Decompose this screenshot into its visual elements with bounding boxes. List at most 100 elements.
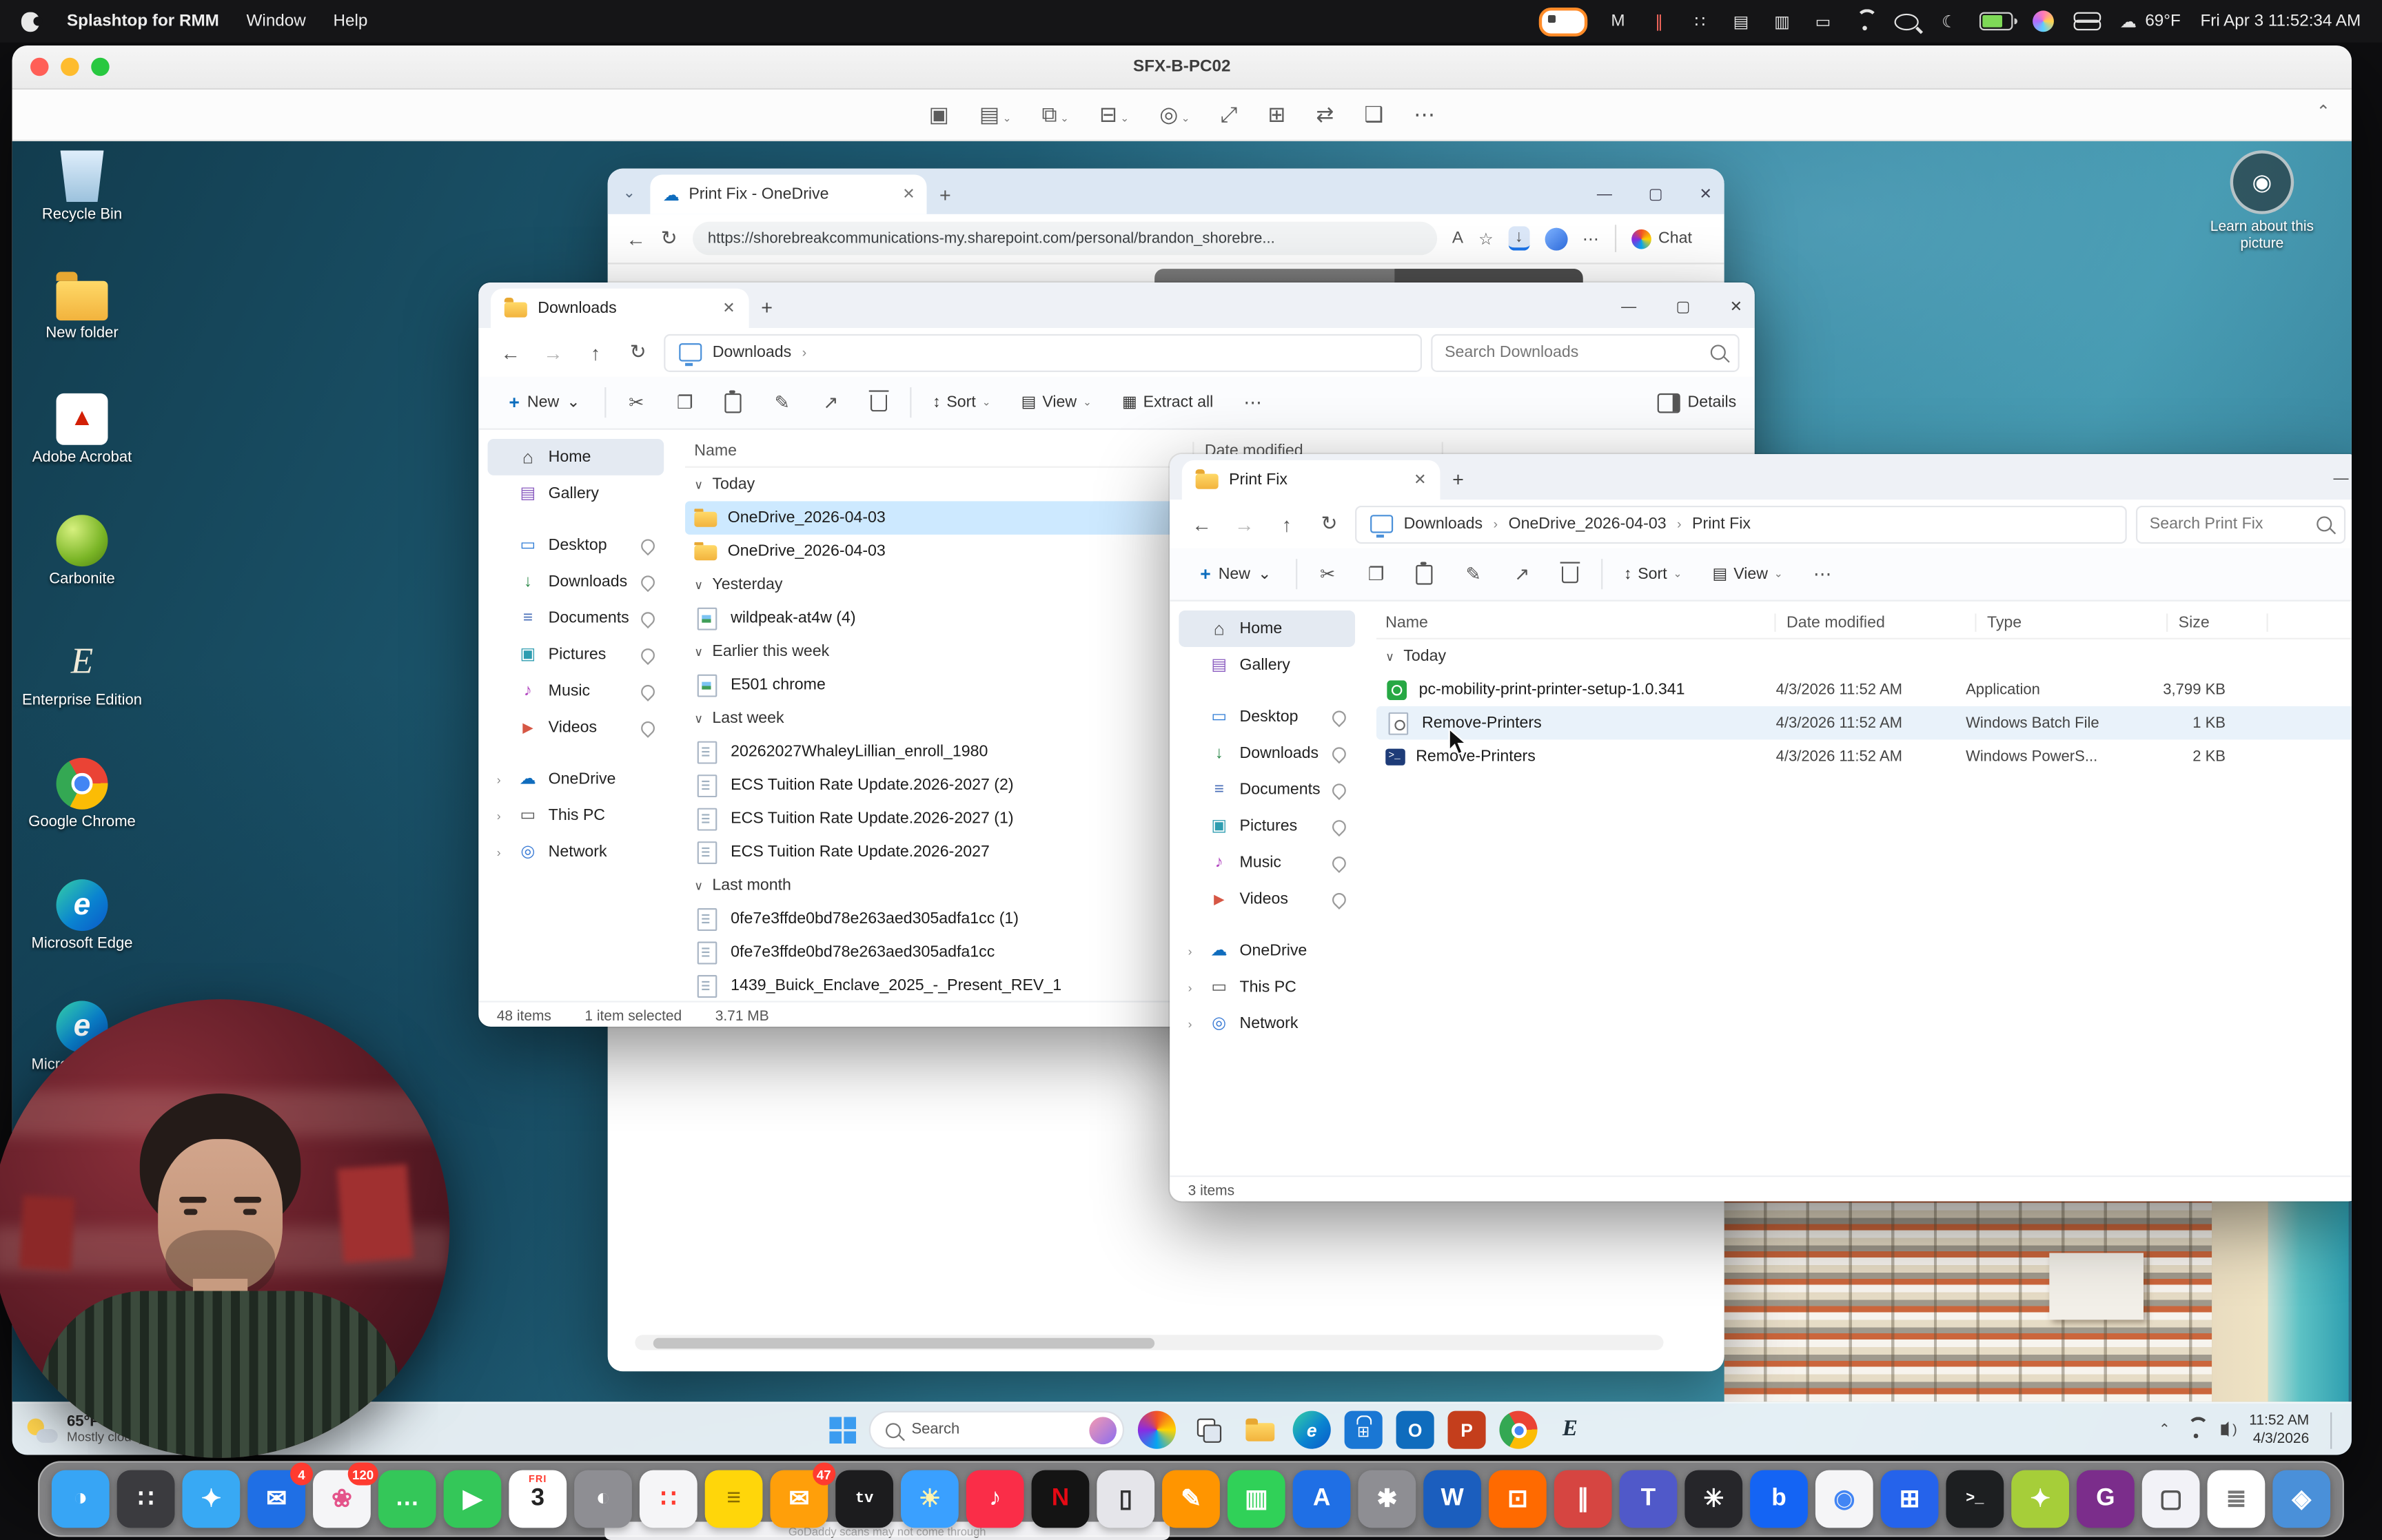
dock-weather-icon[interactable]: ☀ xyxy=(901,1470,959,1528)
taskbar-edge-icon[interactable]: e xyxy=(1293,1411,1331,1449)
stats-icon[interactable]: ▥ xyxy=(1771,9,1793,33)
view-button[interactable]: ▤View⌄ xyxy=(1703,559,1792,589)
up-button[interactable]: ↑ xyxy=(579,341,612,364)
close-button[interactable]: ✕ xyxy=(1700,187,1712,203)
sidebar-item-home[interactable]: Home xyxy=(1179,610,1355,647)
search-input[interactable]: Search Downloads xyxy=(1431,333,1739,371)
sort-button[interactable]: ↕Sort⌄ xyxy=(1615,559,1691,589)
maximize-button[interactable]: ▢ xyxy=(1676,299,1690,316)
refresh-button[interactable]: ↻ xyxy=(621,340,654,365)
file-row[interactable]: Remove-Printers 4/3/2026 11:52 AM Window… xyxy=(1376,706,2352,739)
dock-photos-icon[interactable]: ❀ 120 xyxy=(313,1470,371,1528)
new-tab-button[interactable]: + xyxy=(939,184,951,207)
siri-icon[interactable] xyxy=(2033,10,2054,32)
menu-window[interactable]: Window xyxy=(247,12,306,30)
back-button[interactable]: ← xyxy=(1185,513,1218,535)
zoom-traffic-light[interactable] xyxy=(91,58,109,76)
taskbar-task-view-icon[interactable] xyxy=(1190,1411,1228,1449)
share-icon[interactable]: ↗ xyxy=(813,384,849,421)
sidebar-item-network[interactable]: › Network xyxy=(1179,1005,1355,1042)
fullscreen-icon[interactable]: ⤢ xyxy=(1221,102,1238,127)
menubar-clock[interactable]: Fri Apr 3 11:52:34 AM xyxy=(2200,12,2361,30)
m-logo-icon[interactable]: M xyxy=(1607,9,1629,33)
dock-safari-icon[interactable]: ✦ xyxy=(182,1470,240,1528)
sidebar-item-network[interactable]: › Network xyxy=(488,834,664,870)
dock-app-store-icon[interactable]: A xyxy=(1293,1470,1351,1528)
dock-mail-icon[interactable]: ✉ 4 xyxy=(247,1470,305,1528)
control-center-icon[interactable] xyxy=(2074,12,2098,30)
sidebar-item-gallery[interactable]: Gallery xyxy=(1179,647,1355,684)
sidebar-item-home[interactable]: Home xyxy=(488,439,664,475)
desktop-icon-enterprise-edition[interactable]: Enterprise Edition xyxy=(21,630,143,752)
extract-all-button[interactable]: ▦Extract all xyxy=(1113,387,1223,418)
sidebar-item-onedrive[interactable]: › OneDrive xyxy=(488,761,664,797)
tab-close-icon[interactable]: ✕ xyxy=(722,300,735,316)
dock-launchpad-icon[interactable]: ∷ xyxy=(117,1470,175,1528)
dock-netflix-icon[interactable]: N xyxy=(1032,1470,1090,1528)
more-icon[interactable]: ⋯ xyxy=(1414,102,1435,127)
monitor-list-icon[interactable]: ▤⌄ xyxy=(979,102,1012,127)
start-button[interactable] xyxy=(829,1417,855,1442)
file-transfer-icon[interactable]: ⇄ xyxy=(1316,102,1334,127)
maximize-button[interactable]: ▢ xyxy=(1649,187,1663,203)
dock-calendar-icon[interactable]: FRI 3 xyxy=(509,1470,567,1528)
view-options-icon[interactable]: ◎⌄ xyxy=(1159,102,1190,127)
desktop-icon-adobe-acrobat[interactable]: Adobe Acrobat xyxy=(21,387,143,509)
sidebar-item-videos[interactable]: Videos xyxy=(488,709,664,746)
dock-contacts-icon[interactable]: ◐ xyxy=(574,1470,632,1528)
paste-icon[interactable] xyxy=(1407,556,1443,593)
keyboard-icon[interactable]: ▤ xyxy=(1731,9,1752,33)
hidden-icons-chevron[interactable]: ⌃ xyxy=(2159,1421,2170,1438)
sidebar-item-documents[interactable]: Documents xyxy=(1179,772,1355,808)
breadcrumb-onedrive-folder[interactable]: OneDrive_2026-04-03 xyxy=(1509,515,1667,533)
taskbar-search[interactable]: Search xyxy=(869,1411,1124,1449)
sidebar-item-music[interactable]: Music xyxy=(488,673,664,709)
switch-monitor-icon[interactable]: ⊟⌄ xyxy=(1099,102,1129,127)
refresh-button[interactable]: ↻ xyxy=(661,226,678,250)
search-input[interactable]: Search Print Fix xyxy=(2136,505,2345,543)
desktop-icon-new-folder[interactable]: New folder xyxy=(21,266,143,387)
group-header[interactable]: ∨ Today xyxy=(1376,639,2352,673)
copy-icon[interactable]: ❐ xyxy=(666,384,703,421)
dock-parallels-icon[interactable]: ∥ xyxy=(1554,1470,1612,1528)
screenshot-icon[interactable]: ⊞ xyxy=(1268,102,1285,127)
close-button[interactable]: ✕ xyxy=(1730,299,1742,316)
display-icon[interactable]: ▭ xyxy=(1813,9,1834,33)
more-icon[interactable]: ⋯ xyxy=(1804,556,1841,593)
sidebar-item-this-pc[interactable]: › This PC xyxy=(1179,969,1355,1005)
profile-avatar[interactable] xyxy=(1545,227,1567,250)
file-row[interactable]: Remove-Printers 4/3/2026 11:52 AM Window… xyxy=(1376,739,2352,772)
dock-stocks-charts-icon[interactable]: ▥ xyxy=(1228,1470,1285,1528)
taskbar-store-icon[interactable] xyxy=(1345,1411,1383,1449)
copy-icon[interactable]: ❐ xyxy=(1358,556,1394,593)
volume-icon[interactable] xyxy=(2220,1424,2228,1435)
rename-icon[interactable]: ✎ xyxy=(764,384,800,421)
tab-close-icon[interactable]: ✕ xyxy=(902,186,915,203)
dock-remote-desktop-icon[interactable]: ⊡ xyxy=(1489,1470,1547,1528)
file-row[interactable]: pc-mobility-print-printer-setup-1.0.341 … xyxy=(1376,673,2352,706)
cut-icon[interactable]: ✂ xyxy=(618,384,655,421)
sidebar-item-desktop[interactable]: Desktop xyxy=(488,527,664,564)
share-icon[interactable]: ↗ xyxy=(1504,556,1540,593)
dock-tv-icon[interactable]: tv xyxy=(835,1470,893,1528)
dock-preview-icon[interactable]: ▢ xyxy=(2142,1470,2200,1528)
rename-icon[interactable]: ✎ xyxy=(1455,556,1492,593)
desktop-icon-recycle-bin[interactable]: Recycle Bin xyxy=(21,144,143,265)
view-button[interactable]: ▤View⌄ xyxy=(1012,387,1101,418)
new-button[interactable]: +New⌄ xyxy=(497,386,593,419)
network-icon[interactable] xyxy=(2186,1422,2206,1437)
dock-notes-icon[interactable]: ≡ xyxy=(705,1470,763,1528)
close-traffic-light[interactable] xyxy=(30,58,48,76)
forward-button[interactable]: → xyxy=(536,341,569,364)
menubar-weather[interactable]: ☁ 69°F xyxy=(2118,9,2181,33)
taskbar-chrome-icon[interactable] xyxy=(1499,1411,1537,1449)
grid-icon[interactable]: ∷ xyxy=(1689,9,1711,33)
back-button[interactable]: ← xyxy=(493,341,527,364)
paste-icon[interactable] xyxy=(715,384,752,421)
forward-button[interactable]: → xyxy=(1228,513,1261,535)
dock-word-icon[interactable]: W xyxy=(1423,1470,1481,1528)
breadcrumb-downloads[interactable]: Downloads xyxy=(1404,515,1483,533)
dock-green-app-icon[interactable]: ✦ xyxy=(2011,1470,2069,1528)
sidebar-item-downloads[interactable]: Downloads xyxy=(1179,735,1355,772)
sidebar-item-pictures[interactable]: Pictures xyxy=(488,637,664,673)
